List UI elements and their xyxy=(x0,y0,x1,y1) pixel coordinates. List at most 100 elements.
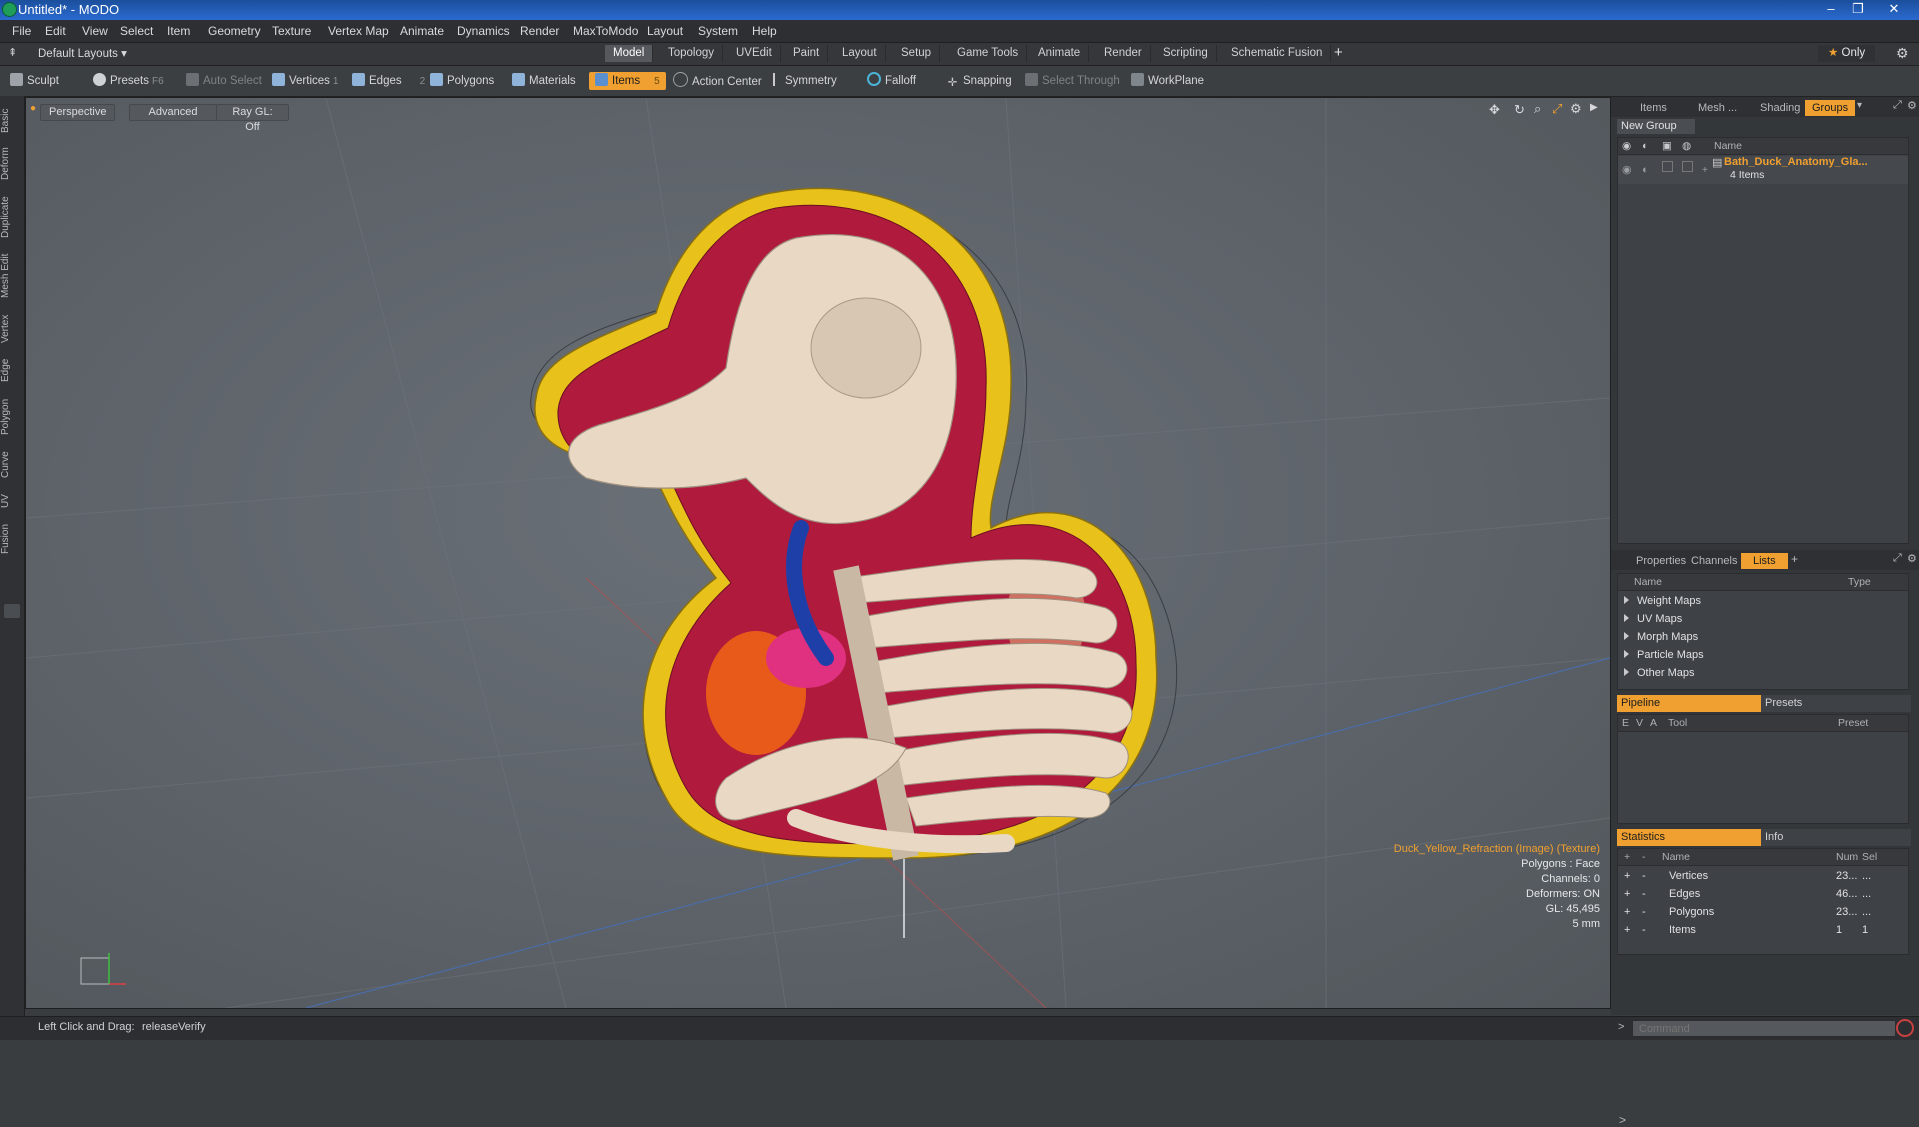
close-button[interactable]: ✕ xyxy=(1874,0,1914,18)
tab-info[interactable]: Info xyxy=(1761,829,1911,846)
auto-select-button[interactable]: Auto Select xyxy=(186,72,262,90)
table-row[interactable]: + - Items 1 1 xyxy=(1618,921,1908,939)
vertices-button[interactable]: Vertices 1 xyxy=(272,72,338,90)
tab-scripting[interactable]: Scripting xyxy=(1155,45,1217,62)
viewport-more-icon[interactable]: ▶ xyxy=(1590,102,1598,113)
vtab-polygon[interactable]: Polygon xyxy=(0,394,24,440)
panel-expand-icon[interactable]: ⤢ xyxy=(1893,99,1902,112)
layout-pin-icon[interactable]: ⇞ xyxy=(8,46,17,59)
symmetry-button[interactable]: Symmetry xyxy=(773,72,837,90)
add-layout-tab-button[interactable]: + xyxy=(1334,44,1343,61)
tab-groups[interactable]: Groups xyxy=(1805,100,1856,116)
minimize-button[interactable]: – xyxy=(1818,0,1844,18)
menu-select[interactable]: Select xyxy=(120,24,153,38)
add-selection-button[interactable]: + xyxy=(1624,921,1630,939)
tab-uvedit[interactable]: UVEdit xyxy=(728,45,781,62)
menu-dynamics[interactable]: Dynamics xyxy=(457,24,510,38)
panel-dropdown-icon[interactable]: ▾ xyxy=(1857,100,1862,111)
items-button[interactable]: Items 5 xyxy=(589,72,666,90)
menu-item[interactable]: Item xyxy=(167,24,190,38)
menu-vertex-map[interactable]: Vertex Map xyxy=(328,24,389,38)
tab-channels[interactable]: Channels xyxy=(1684,553,1744,569)
falloff-button[interactable]: Falloff xyxy=(867,72,916,90)
tab-lists[interactable]: Lists xyxy=(1741,553,1788,569)
table-row[interactable]: + - Vertices 23... ... xyxy=(1618,867,1908,885)
list-item[interactable]: Particle Maps xyxy=(1618,646,1908,664)
fit-icon[interactable]: ⤢ xyxy=(1552,101,1562,117)
vtab-basic[interactable]: Basic xyxy=(0,104,24,138)
menu-animate[interactable]: Animate xyxy=(400,24,444,38)
vtab-uv[interactable]: UV xyxy=(0,490,24,512)
pan-icon[interactable]: ✥ xyxy=(1489,102,1500,118)
tab-presets[interactable]: Presets xyxy=(1761,695,1911,712)
materials-button[interactable]: Materials xyxy=(512,72,576,90)
tab-paint[interactable]: Paint xyxy=(785,45,829,62)
only-toggle[interactable]: ★ Only xyxy=(1818,45,1876,62)
group-row[interactable]: ◉ ◐ + ▤ Bath_Duck_Anatomy_Gla... 4 Items xyxy=(1618,156,1908,184)
record-macro-icon[interactable] xyxy=(1896,1019,1914,1037)
vtab-duplicate[interactable]: Duplicate xyxy=(0,191,24,243)
menu-maxtomodo[interactable]: MaxToModo xyxy=(573,24,638,38)
vtab-fusion[interactable]: Fusion xyxy=(0,520,24,558)
tab-layout[interactable]: Layout xyxy=(834,45,886,62)
remove-selection-button[interactable]: - xyxy=(1642,885,1646,903)
expand-icon[interactable]: + xyxy=(1702,162,1708,180)
vtab-edge[interactable]: Edge xyxy=(0,354,24,386)
tab-topology[interactable]: Topology xyxy=(660,45,724,62)
render-toggle-icon[interactable]: ◐ xyxy=(1642,161,1649,179)
menu-file[interactable]: File xyxy=(12,24,31,38)
action-center-button[interactable]: Action Center xyxy=(673,72,762,90)
visibility-icon[interactable]: ◉ xyxy=(1622,161,1632,179)
strip-toggle-button[interactable] xyxy=(4,604,20,618)
tab-animate[interactable]: Animate xyxy=(1030,45,1090,62)
select-through-button[interactable]: Select Through xyxy=(1025,72,1120,90)
workplane-button[interactable]: WorkPlane xyxy=(1131,72,1204,90)
expand-arrow-icon[interactable] xyxy=(1624,632,1629,640)
expand-arrow-icon[interactable] xyxy=(1624,650,1629,658)
menu-texture[interactable]: Texture xyxy=(272,24,311,38)
add-selection-button[interactable]: + xyxy=(1624,867,1630,885)
tab-pipeline[interactable]: Pipeline xyxy=(1617,695,1765,712)
list-item[interactable]: Morph Maps xyxy=(1618,628,1908,646)
mid-panel-expand-icon[interactable]: ⤢ xyxy=(1893,552,1902,565)
add-tab-button[interactable]: + xyxy=(1791,552,1798,566)
snapping-button[interactable]: ✛ Snapping xyxy=(946,72,1012,90)
menu-render[interactable]: Render xyxy=(520,24,559,38)
table-row[interactable]: + - Edges 46... ... xyxy=(1618,885,1908,903)
menu-layout[interactable]: Layout xyxy=(647,24,683,38)
raygl-toggle[interactable]: Ray GL: Off xyxy=(216,104,289,133)
tab-items[interactable]: Items xyxy=(1633,100,1674,116)
lock-checkbox[interactable] xyxy=(1662,161,1673,172)
menu-geometry[interactable]: Geometry xyxy=(208,24,261,38)
select-checkbox[interactable] xyxy=(1682,161,1693,172)
zoom-icon[interactable]: ⌕ xyxy=(1534,101,1541,117)
table-row[interactable]: + - Polygons 23... ... xyxy=(1618,903,1908,921)
vtab-vertex[interactable]: Vertex xyxy=(0,310,24,348)
sculpt-button[interactable]: Sculpt xyxy=(10,72,59,90)
menu-view[interactable]: View xyxy=(82,24,108,38)
tab-mesh[interactable]: Mesh ... xyxy=(1691,100,1744,116)
tab-model[interactable]: Model xyxy=(605,45,654,62)
vtab-deform[interactable]: Deform xyxy=(0,144,24,184)
expand-arrow-icon[interactable] xyxy=(1624,614,1629,622)
remove-selection-button[interactable]: - xyxy=(1642,921,1646,939)
panel-gear-icon[interactable]: ⚙ xyxy=(1907,99,1917,112)
3d-viewport[interactable]: ● Perspective Advanced Ray GL: Off ✥ ↻ ⌕… xyxy=(25,97,1611,1009)
view-mode-dropdown[interactable]: Perspective xyxy=(40,104,116,121)
mid-panel-gear-icon[interactable]: ⚙ xyxy=(1907,552,1917,565)
vtab-curve[interactable]: Curve xyxy=(0,448,24,482)
viewport-menu-icon[interactable]: ● xyxy=(30,103,36,114)
menu-help[interactable]: Help xyxy=(752,24,777,38)
new-group-button[interactable]: New Group xyxy=(1617,119,1695,134)
shading-mode-dropdown[interactable]: Advanced xyxy=(129,104,217,121)
presets-button[interactable]: Presets F6 xyxy=(93,72,164,90)
menu-edit[interactable]: Edit xyxy=(45,24,66,38)
tab-schematic-fusion[interactable]: Schematic Fusion xyxy=(1223,45,1332,62)
list-item[interactable]: UV Maps xyxy=(1618,610,1908,628)
maximize-button[interactable]: ❐ xyxy=(1845,0,1871,18)
add-selection-button[interactable]: + xyxy=(1624,885,1630,903)
expand-arrow-icon[interactable] xyxy=(1624,596,1629,604)
tab-statistics[interactable]: Statistics xyxy=(1617,829,1765,846)
list-item[interactable]: Other Maps xyxy=(1618,664,1908,682)
tab-shading[interactable]: Shading xyxy=(1753,100,1807,116)
